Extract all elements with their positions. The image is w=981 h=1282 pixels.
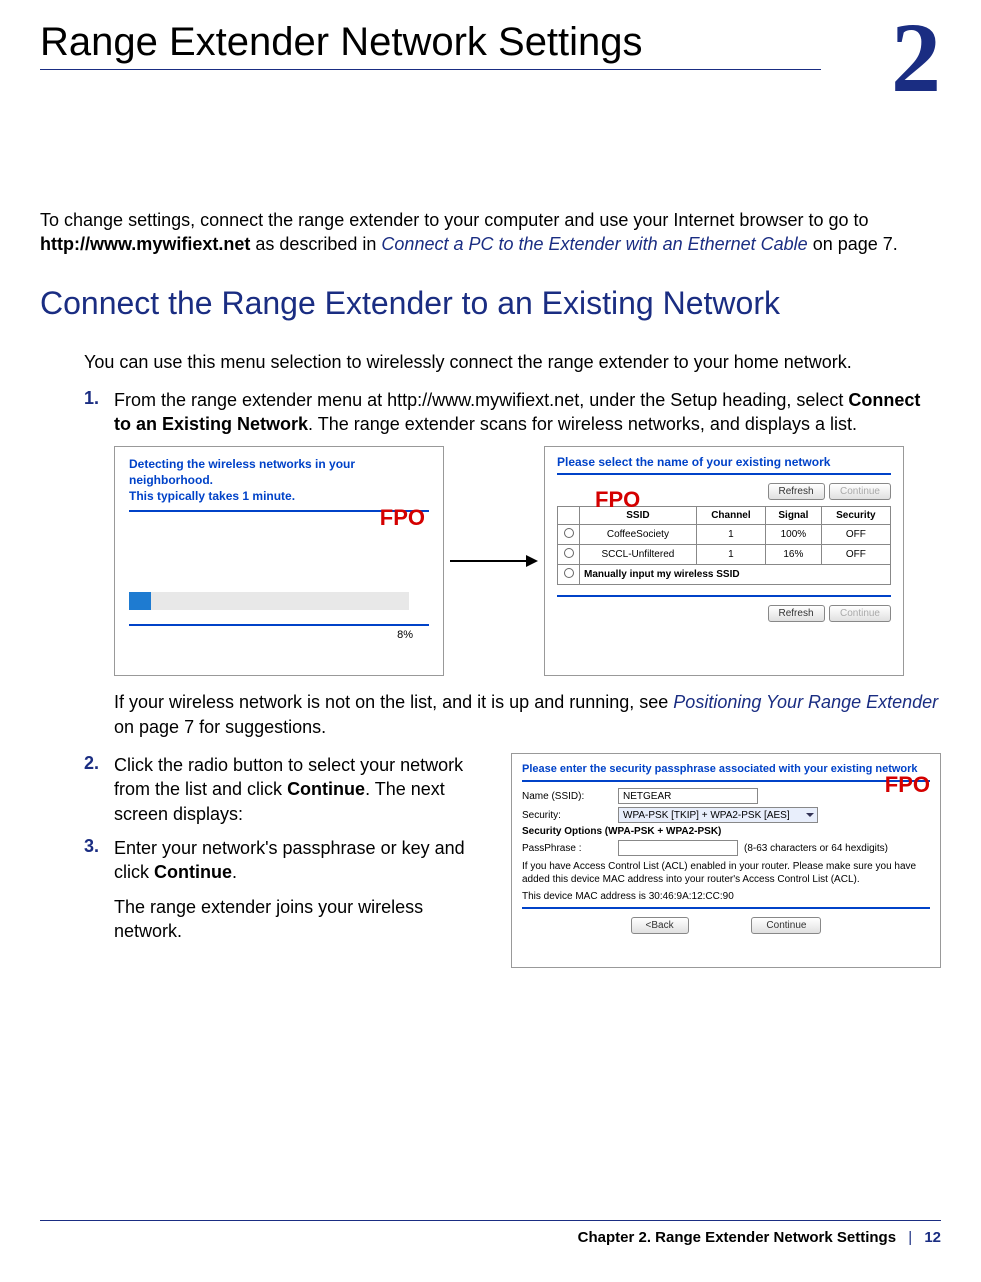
footer-chapter: Chapter 2. Range Extender Network Settin… — [578, 1229, 896, 1246]
cell-ssid: SCCL-Unfiltered — [580, 545, 697, 565]
step2-b: Continue — [287, 779, 365, 799]
security-select[interactable]: WPA-PSK [TKIP] + WPA2-PSK [AES] — [618, 807, 818, 823]
progress-bar — [129, 592, 409, 610]
step-number: 3. — [84, 836, 114, 957]
back-button[interactable]: <Back — [631, 917, 689, 934]
step-1: 1. From the range extender menu at http:… — [84, 388, 941, 437]
section-heading: Connect the Range Extender to an Existin… — [40, 285, 941, 322]
after-figure-note: If your wireless network is not on the l… — [114, 690, 941, 739]
cell-security: OFF — [821, 545, 890, 565]
cell-signal: 100% — [766, 525, 822, 545]
section-intro: You can use this menu selection to wirel… — [84, 350, 941, 374]
continue-button[interactable]: Continue — [829, 483, 891, 500]
intro-text-1: To change settings, connect the range ex… — [40, 210, 869, 230]
detecting-line2: This typically takes 1 minute. — [129, 489, 429, 505]
continue-button[interactable]: Continue — [751, 917, 821, 934]
progress-percent: 8% — [397, 629, 413, 641]
cell-signal: 16% — [766, 545, 822, 565]
refresh-button[interactable]: Refresh — [768, 483, 825, 500]
cell-channel: 1 — [696, 525, 765, 545]
passphrase-label: PassPhrase : — [522, 843, 612, 854]
intro-text-3: on page 7. — [808, 234, 898, 254]
figure-row: Detecting the wireless networks in your … — [114, 446, 941, 676]
arrow-icon — [450, 551, 538, 571]
figure-passphrase: Please enter the security passphrase ass… — [511, 753, 941, 968]
table-row[interactable]: Manually input my wireless SSID — [558, 565, 891, 585]
step3-b: Continue — [154, 862, 232, 882]
chapter-number: 2 — [891, 0, 941, 115]
fpo-label: FPO — [595, 487, 640, 513]
step-number: 1. — [84, 388, 114, 437]
cell-security: OFF — [821, 525, 890, 545]
step1-text-c: . The range extender scans for wireless … — [308, 414, 857, 434]
col-security: Security — [821, 507, 890, 525]
col-signal: Signal — [766, 507, 822, 525]
intro-paragraph: To change settings, connect the range ex… — [40, 208, 941, 257]
col-channel: Channel — [696, 507, 765, 525]
chapter-title: Range Extender Network Settings — [40, 20, 941, 65]
fpo-label: FPO — [885, 772, 930, 798]
figure-detecting: Detecting the wireless networks in your … — [114, 446, 444, 676]
network-table: SSID Channel Signal Security CoffeeSocie… — [557, 506, 891, 585]
intro-link-ref[interactable]: Connect a PC to the Extender with an Eth… — [381, 234, 807, 254]
figure-select-network: Please select the name of your existing … — [544, 446, 904, 676]
intro-text-2: as described in — [250, 234, 381, 254]
fig3-header: Please enter the security passphrase ass… — [522, 762, 930, 776]
table-row[interactable]: SCCL-Unfiltered 1 16% OFF — [558, 545, 891, 565]
ssid-input[interactable]: NETGEAR — [618, 788, 758, 804]
step3-after: The range extender joins your wireless n… — [114, 895, 495, 944]
footer-separator: | — [908, 1229, 912, 1246]
fpo-label: FPO — [380, 505, 425, 531]
cell-ssid: CoffeeSociety — [580, 525, 697, 545]
afterfig-b: on page 7 for suggestions. — [114, 717, 326, 737]
passphrase-input[interactable] — [618, 840, 738, 856]
step-number: 2. — [84, 753, 114, 826]
mac-note: This device MAC address is 30:46:9A:12:C… — [522, 890, 930, 903]
page-footer: Chapter 2. Range Extender Network Settin… — [40, 1220, 941, 1262]
table-row[interactable]: CoffeeSociety 1 100% OFF — [558, 525, 891, 545]
detecting-line1: Detecting the wireless networks in your … — [129, 457, 429, 488]
step1-text-a: From the range extender menu at http://w… — [114, 390, 848, 410]
radio-icon[interactable] — [564, 548, 574, 558]
continue-button[interactable]: Continue — [829, 605, 891, 622]
step-2: 2. Click the radio button to select your… — [84, 753, 495, 826]
refresh-button[interactable]: Refresh — [768, 605, 825, 622]
manual-ssid: Manually input my wireless SSID — [580, 565, 891, 585]
passphrase-hint: (8-63 characters or 64 hexdigits) — [744, 843, 888, 854]
intro-url: http://www.mywifiext.net — [40, 234, 250, 254]
afterfig-a: If your wireless network is not on the l… — [114, 692, 673, 712]
ssid-label: Name (SSID): — [522, 791, 612, 802]
security-options: Security Options (WPA-PSK + WPA2-PSK) — [522, 826, 721, 837]
step-3: 3. Enter your network's passphrase or ke… — [84, 836, 495, 957]
acl-note: If you have Access Control List (ACL) en… — [522, 860, 930, 886]
radio-icon[interactable] — [564, 568, 574, 578]
cell-channel: 1 — [696, 545, 765, 565]
afterfig-link[interactable]: Positioning Your Range Extender — [673, 692, 938, 712]
security-label: Security: — [522, 810, 612, 821]
step3-c: . — [232, 862, 237, 882]
footer-page-number: 12 — [924, 1229, 941, 1246]
select-title: Please select the name of your existing … — [557, 455, 891, 469]
radio-icon[interactable] — [564, 528, 574, 538]
